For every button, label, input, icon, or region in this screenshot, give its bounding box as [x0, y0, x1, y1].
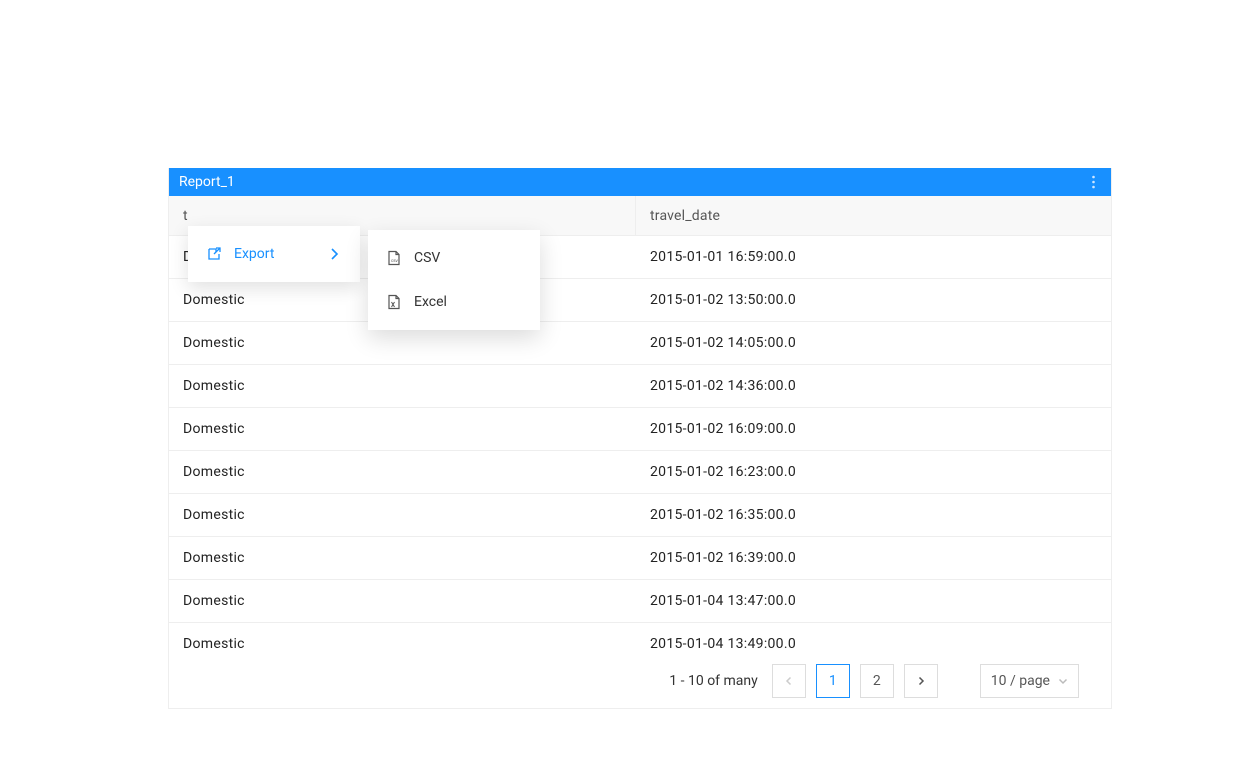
pagination: 1 - 10 of many 12 10 / page — [169, 654, 1111, 708]
table-row[interactable]: Domestic2015-01-02 13:50:00.0 — [169, 279, 1111, 322]
table-row[interactable]: Domestic2015-01-02 16:35:00.0 — [169, 494, 1111, 537]
cell-type: Domestic — [169, 378, 636, 394]
table-row[interactable]: Domestic2015-01-02 16:39:00.0 — [169, 537, 1111, 580]
export-menu: Export — [188, 226, 360, 282]
cell-travel-date: 2015-01-02 16:35:00.0 — [636, 507, 1103, 523]
cell-travel-date: 2015-01-04 13:47:00.0 — [636, 593, 1103, 609]
page-size-label: 10 / page — [991, 673, 1050, 689]
panel-header: Report_1 — [169, 168, 1111, 196]
cell-travel-date: 2015-01-02 13:50:00.0 — [636, 292, 1103, 308]
cell-travel-date: 2015-01-02 16:23:00.0 — [636, 464, 1103, 480]
page-info: 1 - 10 of many — [669, 673, 757, 689]
cell-type: Domestic — [169, 464, 636, 480]
table-row[interactable]: Domestic2015-01-02 14:36:00.0 — [169, 365, 1111, 408]
more-options-icon[interactable] — [1085, 174, 1101, 190]
report-panel: Report_1 t travel_date Domestic2015-01-0… — [168, 168, 1112, 709]
cell-type: Domestic — [169, 507, 636, 523]
cell-type: Domestic — [169, 421, 636, 437]
page-button-1[interactable]: 1 — [816, 664, 850, 698]
table-row[interactable]: Domestic2015-01-04 13:47:00.0 — [169, 580, 1111, 623]
table-body[interactable]: Domestic2015-01-01 16:59:00.0Domestic201… — [169, 236, 1111, 654]
export-icon — [206, 246, 222, 262]
cell-type: Domestic — [169, 636, 636, 652]
export-menu-item[interactable]: Export — [188, 232, 360, 276]
chevron-down-icon — [1058, 676, 1068, 686]
export-excel-label: Excel — [414, 294, 447, 310]
export-submenu: csv CSV Excel — [368, 230, 540, 330]
page-prev-button[interactable] — [772, 664, 806, 698]
file-excel-icon — [386, 294, 402, 310]
cell-travel-date: 2015-01-02 14:36:00.0 — [636, 378, 1103, 394]
data-table: t travel_date Domestic2015-01-01 16:59:0… — [169, 196, 1111, 654]
column-header-travel-date[interactable]: travel_date — [636, 208, 1103, 224]
page-size-select[interactable]: 10 / page — [980, 664, 1079, 698]
export-menu-label: Export — [234, 246, 274, 262]
cell-travel-date: 2015-01-02 16:09:00.0 — [636, 421, 1103, 437]
cell-travel-date: 2015-01-02 14:05:00.0 — [636, 335, 1103, 351]
page-next-button[interactable] — [904, 664, 938, 698]
cell-travel-date: 2015-01-04 13:49:00.0 — [636, 636, 1103, 652]
export-csv-label: CSV — [414, 250, 440, 266]
table-row[interactable]: Domestic2015-01-02 16:23:00.0 — [169, 451, 1111, 494]
table-row[interactable]: Domestic2015-01-02 14:05:00.0 — [169, 322, 1111, 365]
cell-type: Domestic — [169, 550, 636, 566]
file-csv-icon: csv — [386, 250, 402, 266]
cell-type: Domestic — [169, 335, 636, 351]
svg-text:csv: csv — [391, 258, 399, 263]
chevron-right-icon — [326, 246, 342, 262]
export-excel-item[interactable]: Excel — [368, 280, 540, 324]
table-row[interactable]: Domestic2015-01-02 16:09:00.0 — [169, 408, 1111, 451]
export-csv-item[interactable]: csv CSV — [368, 236, 540, 280]
table-row[interactable]: Domestic2015-01-04 13:49:00.0 — [169, 623, 1111, 654]
cell-type: Domestic — [169, 593, 636, 609]
cell-travel-date: 2015-01-02 16:39:00.0 — [636, 550, 1103, 566]
page-button-2[interactable]: 2 — [860, 664, 894, 698]
panel-title: Report_1 — [179, 174, 235, 190]
cell-travel-date: 2015-01-01 16:59:00.0 — [636, 249, 1103, 265]
